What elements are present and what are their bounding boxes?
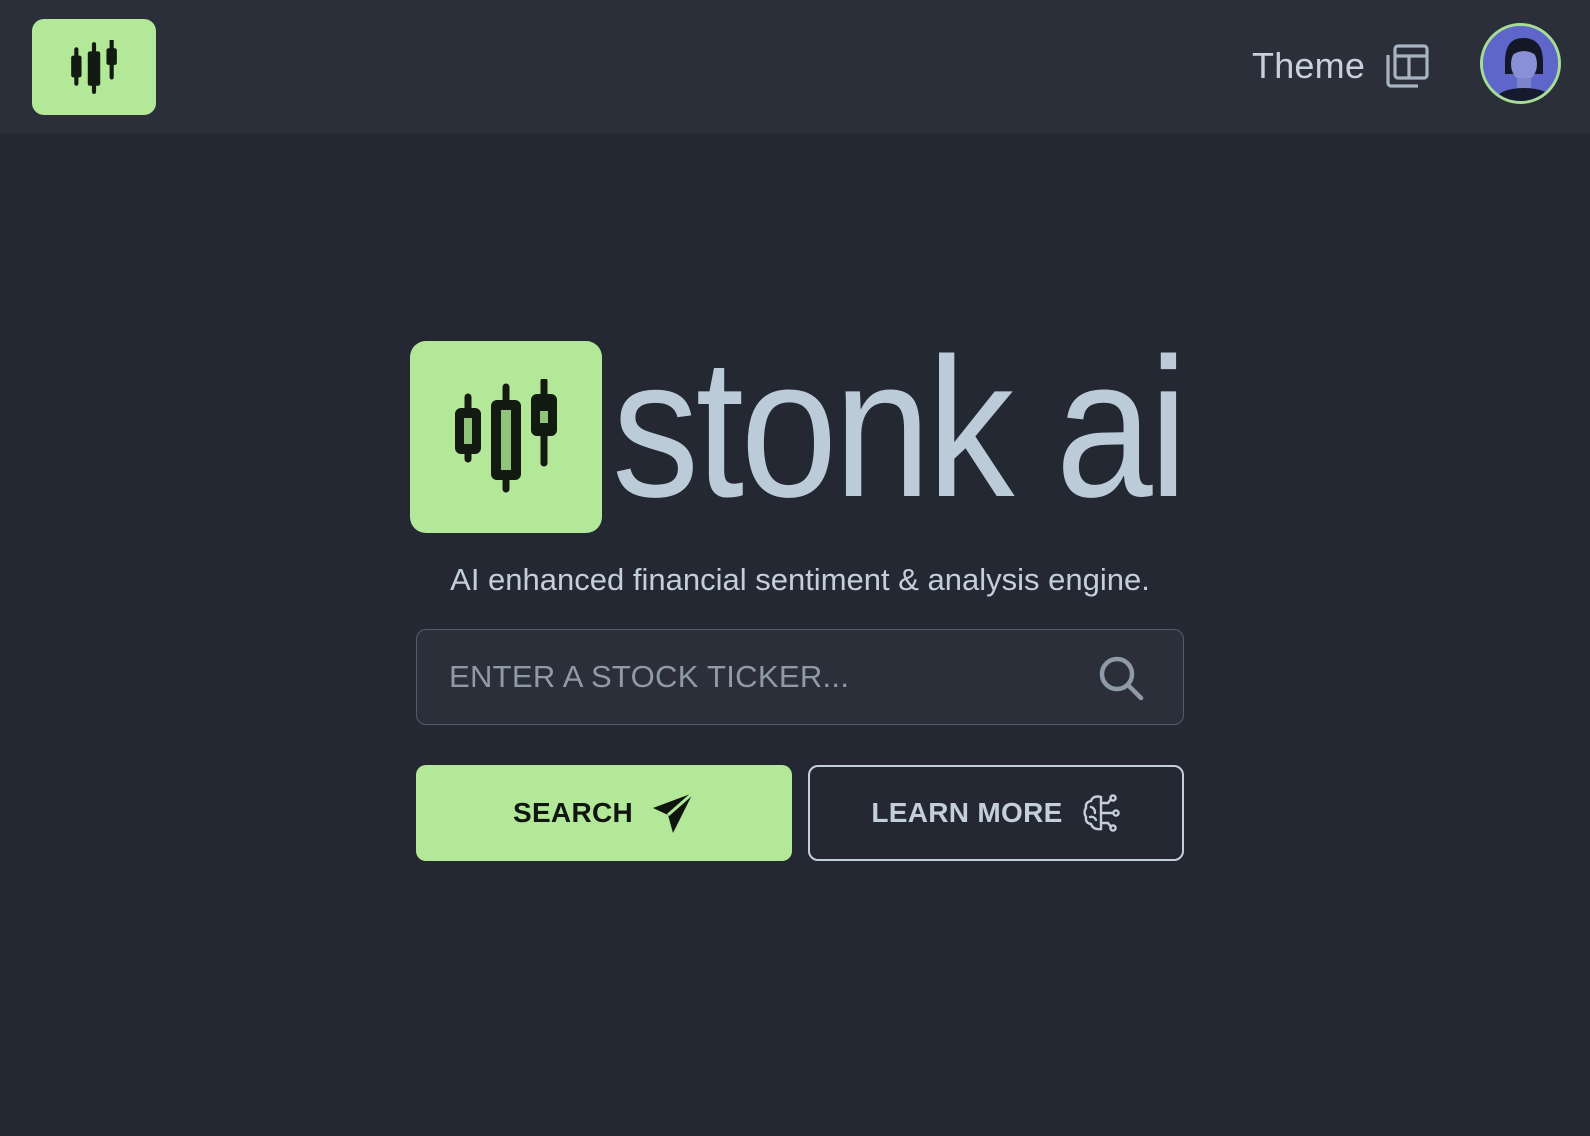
theme-label: Theme bbox=[1252, 45, 1366, 86]
candlestick-chart-icon bbox=[455, 379, 557, 493]
avatar-image bbox=[1483, 26, 1558, 101]
theme-toggle-button[interactable]: Theme bbox=[1252, 38, 1436, 94]
home-logo-button[interactable] bbox=[32, 19, 156, 115]
brain-circuit-icon bbox=[1082, 794, 1120, 832]
layout-windows-icon bbox=[1386, 44, 1429, 88]
stock-ticker-input[interactable] bbox=[449, 630, 1089, 723]
learn-more-button[interactable]: LEARN MORE bbox=[808, 765, 1184, 861]
search-button[interactable]: SEARCH bbox=[416, 765, 792, 861]
paper-plane-icon bbox=[653, 791, 695, 833]
brand-name: stonk ai bbox=[612, 317, 1188, 538]
search-bar bbox=[416, 629, 1184, 725]
hero-logo bbox=[410, 341, 602, 533]
tagline: AI enhanced financial sentiment & analys… bbox=[450, 562, 1150, 597]
search-icon[interactable] bbox=[1097, 654, 1145, 702]
search-button-label: SEARCH bbox=[512, 797, 634, 828]
user-avatar[interactable] bbox=[1480, 23, 1561, 104]
learn-more-button-label: LEARN MORE bbox=[871, 797, 1063, 828]
candlestick-chart-icon bbox=[71, 40, 117, 94]
top-navigation-bar: Theme bbox=[0, 0, 1590, 133]
